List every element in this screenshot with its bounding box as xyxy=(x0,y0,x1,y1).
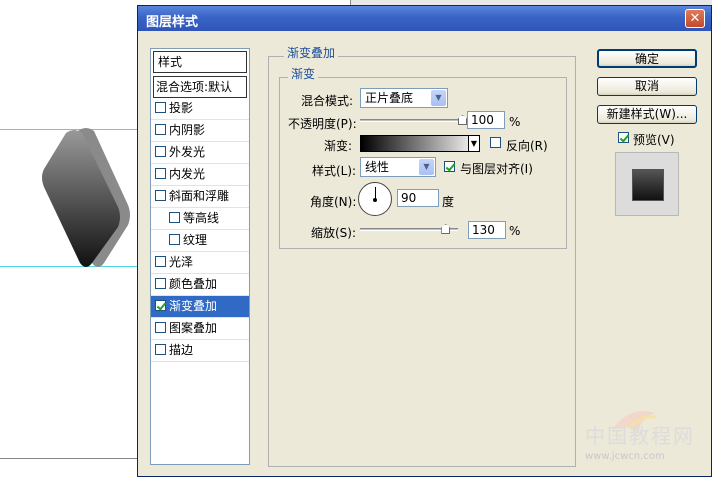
style-checkbox[interactable] xyxy=(155,102,166,113)
style-list-item[interactable]: 外发光 xyxy=(151,142,249,164)
style-list-item-label: 内阴影 xyxy=(169,123,206,137)
new-style-button[interactable]: 新建样式(W)... xyxy=(597,105,697,124)
preview-swatch xyxy=(632,169,664,201)
chevron-down-icon[interactable]: ▼ xyxy=(468,135,480,152)
align-with-layer-checkbox[interactable] xyxy=(444,161,455,172)
gradient-style-value: 线性 xyxy=(365,160,390,174)
style-checkbox[interactable] xyxy=(155,168,166,179)
style-list-item-label: 光泽 xyxy=(169,255,194,269)
style-checkbox[interactable] xyxy=(155,146,166,157)
style-label: 样式(L): xyxy=(312,164,357,178)
subgroup-title: 渐变 xyxy=(288,65,319,82)
style-checkbox[interactable] xyxy=(155,344,166,355)
style-list-item-label: 内发光 xyxy=(169,167,206,181)
style-checkbox[interactable] xyxy=(155,190,166,201)
chevron-down-icon: ▼ xyxy=(431,90,446,106)
style-list-item[interactable]: 斜面和浮雕 xyxy=(151,186,249,208)
watermark-text: 中国教程网 xyxy=(585,424,695,448)
ok-button[interactable]: 确定 xyxy=(597,49,697,68)
title-bar[interactable]: 图层样式 ✕ xyxy=(138,6,711,31)
style-list-item-label: 描边 xyxy=(169,343,194,357)
watermark-url: www.jcwcn.com xyxy=(585,451,665,462)
dialog-title: 图层样式 xyxy=(146,15,199,30)
reverse-checkbox[interactable] xyxy=(490,137,501,148)
blend-mode-value: 正片叠底 xyxy=(365,91,414,105)
style-list-item[interactable]: 描边 xyxy=(151,340,249,362)
gradient-swatch[interactable] xyxy=(360,135,480,152)
opacity-input[interactable]: 100 xyxy=(467,111,505,129)
style-list-item-label: 投影 xyxy=(169,101,194,115)
style-list: 样式 混合选项:默认 投影内阴影外发光内发光斜面和浮雕等高线纹理光泽颜色叠加渐变… xyxy=(150,48,250,465)
style-list-item[interactable]: 等高线 xyxy=(151,208,249,230)
opacity-slider[interactable] xyxy=(360,119,462,122)
reverse-label: 反向(R) xyxy=(506,139,548,153)
style-list-item-label: 斜面和浮雕 xyxy=(169,189,230,203)
blend-mode-label: 混合模式: xyxy=(301,94,354,108)
style-list-item-label: 图案叠加 xyxy=(169,321,218,335)
style-preview xyxy=(615,152,679,216)
style-checkbox[interactable] xyxy=(155,300,166,311)
cancel-button[interactable]: 取消 xyxy=(597,77,697,96)
divider xyxy=(0,458,140,459)
style-list-item[interactable]: 内阴影 xyxy=(151,120,249,142)
style-list-item-label: 等高线 xyxy=(183,211,220,225)
style-list-item[interactable]: 纹理 xyxy=(151,230,249,252)
style-checkbox[interactable] xyxy=(155,278,166,289)
preview-checkbox[interactable] xyxy=(618,132,629,143)
style-checkbox[interactable] xyxy=(169,212,180,223)
chevron-down-icon: ▼ xyxy=(419,159,434,175)
blend-options-item[interactable]: 混合选项:默认 xyxy=(153,76,247,98)
style-list-item[interactable]: 颜色叠加 xyxy=(151,274,249,296)
preview-label: 预览(V) xyxy=(633,133,675,147)
blend-mode-select[interactable]: 正片叠底 ▼ xyxy=(360,88,448,108)
style-list-item-label: 纹理 xyxy=(183,233,208,247)
group-title: 渐变叠加 xyxy=(284,44,339,61)
style-checkbox[interactable] xyxy=(155,322,166,333)
angle-input[interactable]: 90 xyxy=(397,189,439,207)
scale-label: 缩放(S): xyxy=(311,226,357,240)
align-with-layer-label: 与图层对齐(I) xyxy=(460,162,533,176)
scale-unit: % xyxy=(509,224,521,238)
style-list-header[interactable]: 样式 xyxy=(153,51,247,73)
style-list-item[interactable]: 光泽 xyxy=(151,252,249,274)
style-list-item-label: 外发光 xyxy=(169,145,206,159)
scale-input[interactable]: 130 xyxy=(468,221,506,239)
style-checkbox[interactable] xyxy=(155,256,166,267)
close-icon[interactable]: ✕ xyxy=(685,9,705,28)
style-list-item-label: 颜色叠加 xyxy=(169,277,218,291)
opacity-unit: % xyxy=(509,115,521,129)
style-list-item[interactable]: 图案叠加 xyxy=(151,318,249,340)
angle-label: 角度(N): xyxy=(310,195,357,209)
style-checkbox[interactable] xyxy=(169,234,180,245)
shape-preview xyxy=(42,128,130,267)
style-list-item-label: 渐变叠加 xyxy=(169,299,218,313)
angle-dial-icon[interactable] xyxy=(358,182,392,216)
angle-unit: 度 xyxy=(442,195,455,209)
opacity-label: 不透明度(P): xyxy=(288,117,357,131)
style-list-item[interactable]: 投影 xyxy=(151,98,249,120)
angle-center xyxy=(373,198,377,202)
gradient-label: 渐变: xyxy=(324,139,353,153)
style-list-item[interactable]: 内发光 xyxy=(151,164,249,186)
gradient-style-select[interactable]: 线性 ▼ xyxy=(360,157,436,177)
style-list-item[interactable]: 渐变叠加 xyxy=(151,296,249,318)
style-checkbox[interactable] xyxy=(155,124,166,135)
